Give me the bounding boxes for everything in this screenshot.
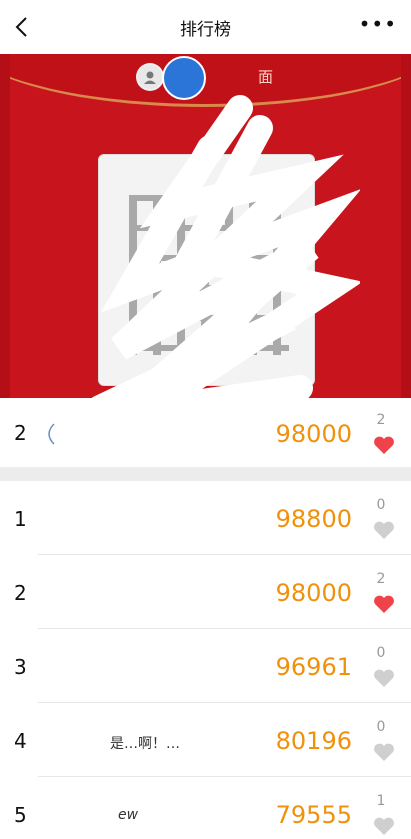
share-banner: 面 [0, 54, 411, 398]
like-count: 1 [376, 793, 386, 809]
banner-caption: 面 [258, 68, 274, 86]
leaderboard-row[interactable]: 5 ew 79555 1 [0, 777, 411, 839]
heart-icon[interactable] [373, 816, 395, 836]
score-value: 80196 [275, 727, 352, 755]
leaderboard-row[interactable]: 4 是…啊！… 80196 0 [0, 703, 411, 777]
rank-number: 2 [14, 581, 27, 605]
like-count: 0 [376, 719, 386, 735]
heart-icon[interactable] [373, 742, 395, 762]
heart-icon[interactable] [373, 668, 395, 688]
score-value: 79555 [275, 801, 352, 829]
more-options-icon[interactable]: ••• [359, 14, 397, 34]
back-arrow-icon[interactable] [14, 16, 30, 38]
heart-icon[interactable] [373, 594, 395, 614]
heart-icon[interactable] [373, 435, 395, 455]
my-rank-row[interactable]: 2 98000 2 [0, 398, 411, 467]
rank-number: 2 [14, 421, 27, 445]
score-value: 98000 [275, 579, 352, 607]
rank-number: 3 [14, 655, 27, 679]
leaderboard-row[interactable]: 3 96961 0 [0, 629, 411, 703]
rank-number: 1 [14, 507, 27, 531]
page-title: 排行榜 [180, 19, 231, 40]
redaction-scribble [91, 95, 360, 398]
leaderboard-row[interactable]: 1 98800 0 [0, 481, 411, 555]
banner-edge-right [401, 54, 411, 398]
score-value: 98000 [275, 420, 352, 448]
banner-edge-left [0, 54, 10, 398]
navigation-bar: 排行榜 ••• [0, 0, 411, 54]
heart-icon[interactable] [373, 520, 395, 540]
like-count: 2 [376, 571, 386, 587]
user-avatar-icon [136, 63, 164, 91]
like-count: 2 [376, 412, 386, 428]
like-count: 0 [376, 645, 386, 661]
score-value: 96961 [275, 653, 352, 681]
player-name: 是…啊！… [110, 736, 180, 752]
like-count: 0 [376, 497, 386, 513]
player-name: ew [118, 807, 139, 823]
user-avatar-partial [48, 423, 55, 445]
rank-number: 5 [14, 803, 27, 827]
score-value: 98800 [275, 505, 352, 533]
leaderboard-row[interactable]: 2 98000 2 [0, 555, 411, 629]
rank-number: 4 [14, 729, 27, 753]
